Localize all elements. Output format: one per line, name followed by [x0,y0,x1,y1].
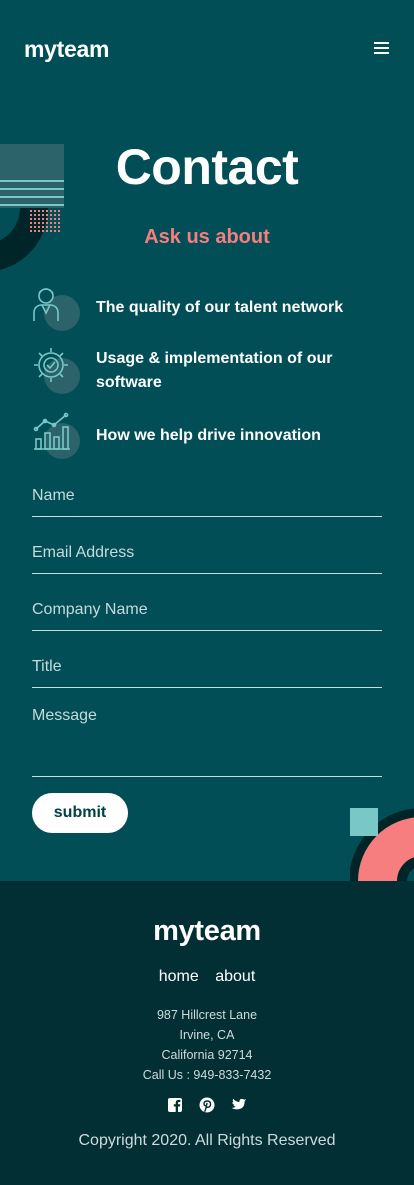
company-field[interactable] [32,601,382,619]
topic-item-talent: The quality of our talent network [32,283,382,333]
title-field-wrap [32,658,382,688]
topic-text: Usage & implementation of our software [96,350,333,391]
footer: myteam home about 987 Hillcrest Lane Irv… [0,881,414,1185]
address-line: California 92714 [161,1048,253,1062]
topic-text: The quality of our talent network [96,299,344,316]
footer-link-about[interactable]: about [215,968,255,985]
twitter-icon[interactable] [231,1097,247,1113]
footer-address: 987 Hillcrest Lane Irvine, CA California… [0,1005,414,1085]
email-field[interactable] [32,544,382,562]
hamburger-icon[interactable] [374,42,389,54]
phone-line: Call Us : 949-833-7432 [142,1068,272,1082]
copyright-text: Copyright 2020. All Rights Reserved [78,1132,336,1149]
topic-text: How we help drive innovation [96,427,321,444]
topic-item-software: Usage & implementation of our software [32,346,382,396]
topic-item-innovation: How we help drive innovation [32,411,382,461]
address-line: Irvine, CA [179,1028,235,1042]
facebook-icon[interactable] [167,1097,183,1113]
message-field-wrap [32,707,382,777]
footer-nav: home about [0,968,414,986]
footer-logo[interactable]: myteam [0,915,414,948]
page-title: Contact [115,139,299,195]
person-icon [32,283,82,333]
contact-section: myteam Contact Ask us about The quality … [0,0,414,881]
growth-chart-icon [32,411,82,461]
message-field[interactable] [32,707,382,761]
name-field-wrap [32,487,382,517]
social-links [0,1097,414,1113]
ask-us-subtitle: Ask us about [144,226,270,248]
pinterest-icon[interactable] [199,1097,215,1113]
header-logo[interactable]: myteam [24,36,109,63]
name-field[interactable] [32,487,382,505]
email-field-wrap [32,544,382,574]
company-field-wrap [32,601,382,631]
title-field[interactable] [32,658,382,676]
address-line: 987 Hillcrest Lane [156,1008,258,1022]
decorative-pattern-right [350,808,414,881]
footer-link-home[interactable]: home [159,968,199,985]
gear-check-icon [32,346,82,396]
submit-button[interactable]: submit [32,793,128,833]
